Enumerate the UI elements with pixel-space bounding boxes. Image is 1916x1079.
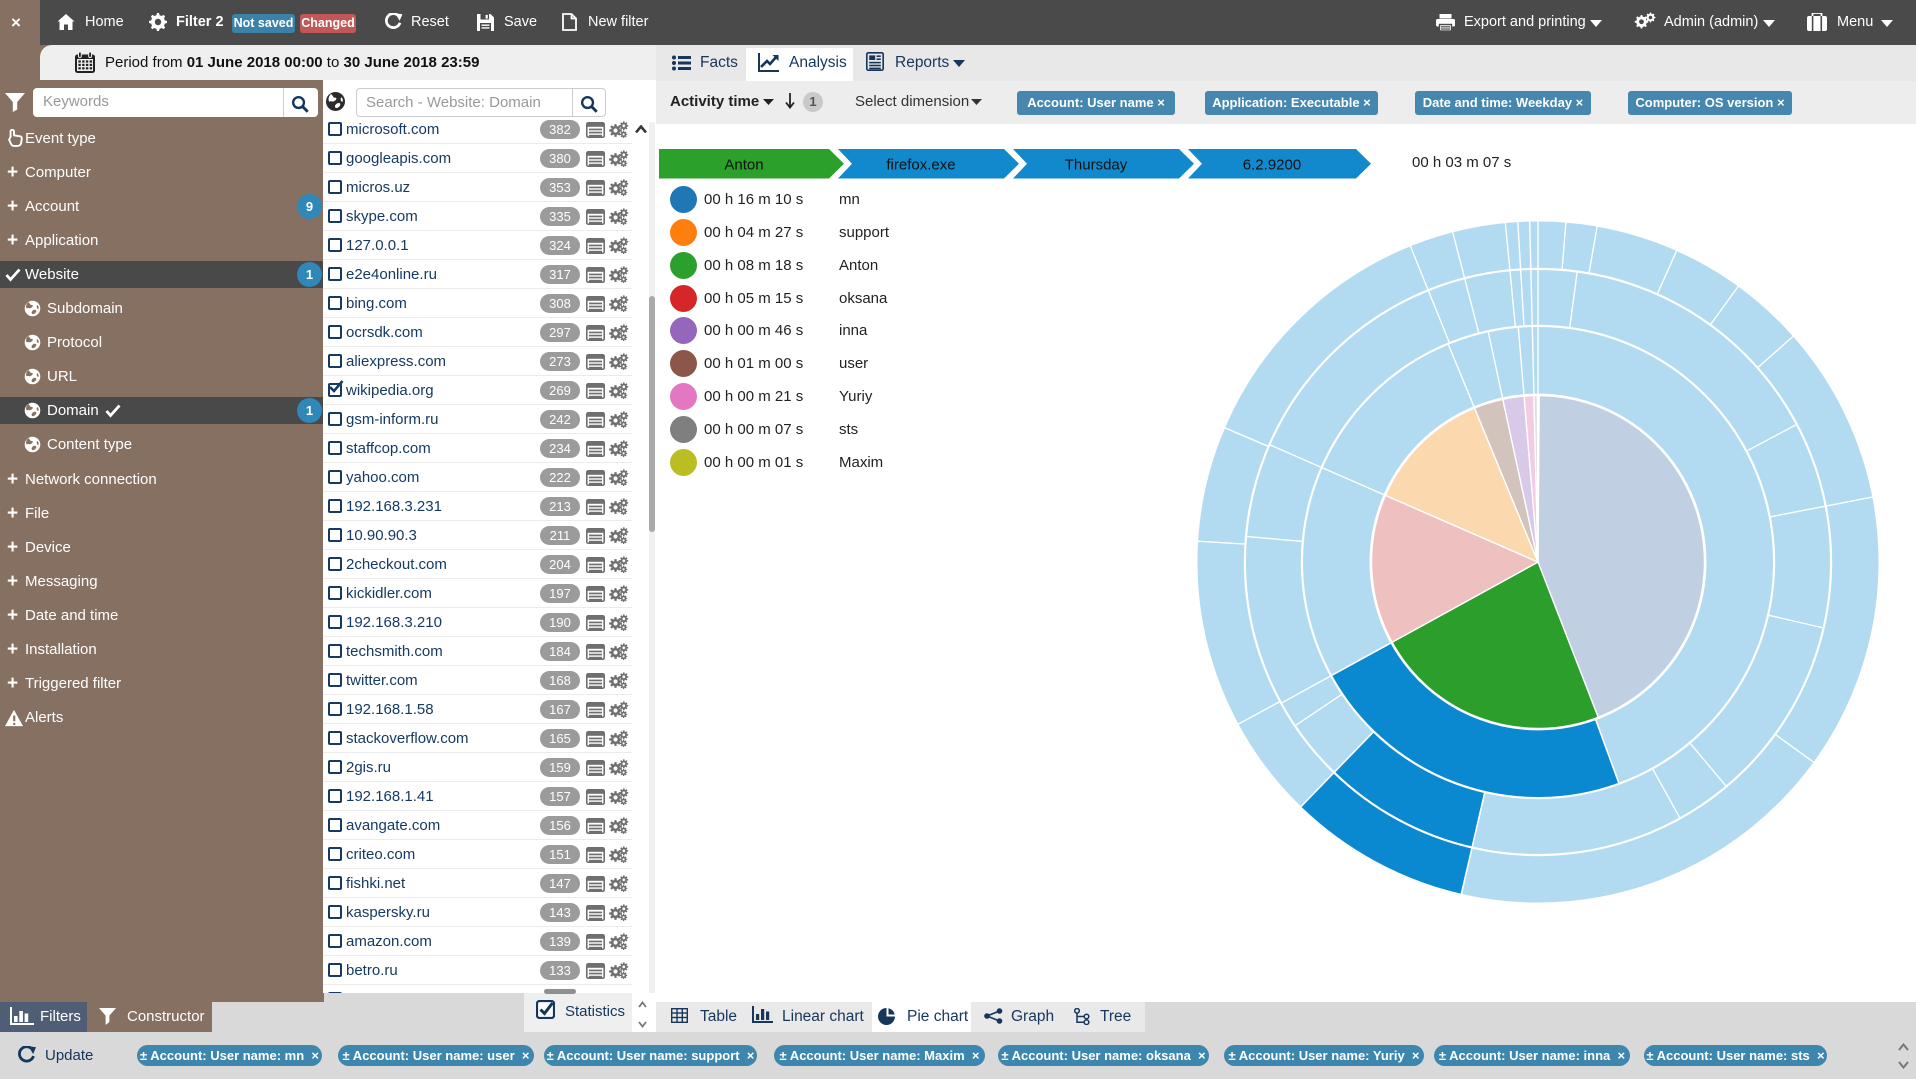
svg-text:6.2.9200: 6.2.9200 (1243, 156, 1301, 173)
svg-text:firefox.exe: firefox.exe (886, 156, 955, 173)
svg-text:Thursday: Thursday (1065, 156, 1128, 173)
svg-text:Anton: Anton (724, 156, 763, 173)
